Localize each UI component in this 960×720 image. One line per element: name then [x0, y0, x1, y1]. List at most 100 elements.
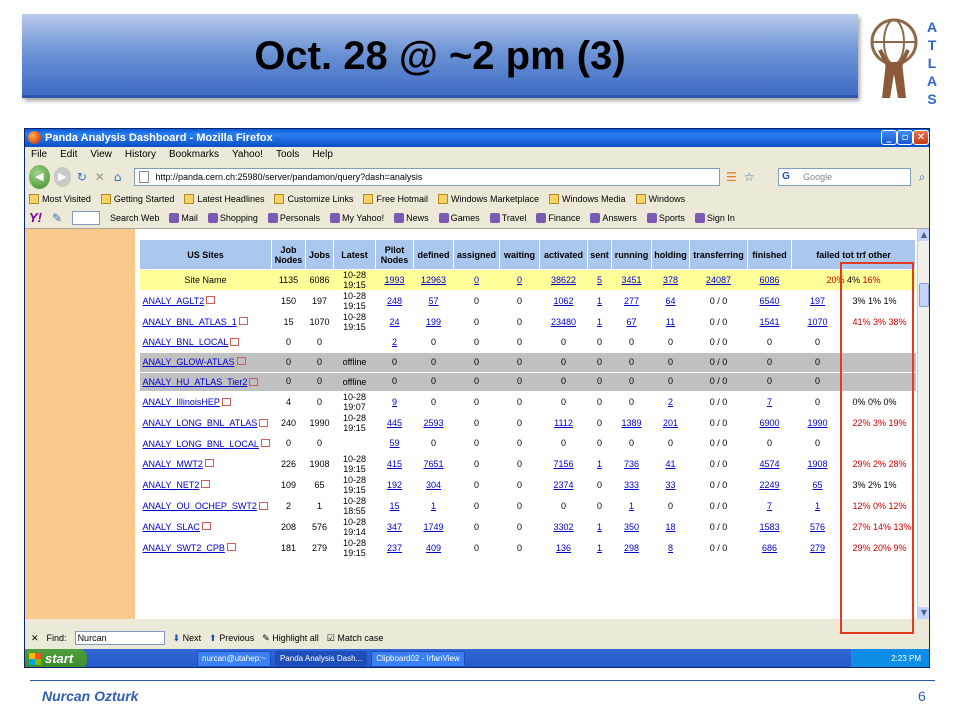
cell-link[interactable]: 1749	[423, 522, 443, 532]
cell-link[interactable]: 378	[663, 275, 678, 285]
yahoo-personals[interactable]: Personals	[267, 212, 320, 223]
site-link[interactable]: ANALY_SLAC	[143, 522, 200, 532]
site-link[interactable]: ANALY_BNL_ATLAS_1	[143, 317, 237, 327]
cell-link[interactable]: 57	[428, 296, 438, 306]
cell-link[interactable]: 199	[426, 317, 441, 327]
site-info-icon[interactable]	[259, 419, 269, 428]
cell-link[interactable]: 15	[389, 501, 399, 511]
cell-link[interactable]: 59	[389, 438, 399, 448]
reload-icon[interactable]: ↻	[75, 169, 89, 185]
highlight-all-button[interactable]: ✎ Highlight all	[262, 633, 319, 644]
cell-link[interactable]: 12963	[421, 275, 446, 285]
failed-count[interactable]: 1070	[793, 317, 843, 327]
cell-link[interactable]: 24	[389, 317, 399, 327]
cell-link[interactable]: 1	[629, 501, 634, 511]
yahoo-mail[interactable]: Mail	[169, 212, 198, 223]
cell-link[interactable]: 38622	[551, 275, 576, 285]
cell-link[interactable]: 2249	[759, 480, 779, 490]
cell-link[interactable]: 1	[597, 459, 602, 469]
bookmark-windows-media[interactable]: Windows Media	[549, 191, 626, 207]
cell-link[interactable]: 409	[426, 543, 441, 553]
cell-link[interactable]: 1993	[384, 275, 404, 285]
cell-link[interactable]: 7	[767, 501, 772, 511]
cell-link[interactable]: 33	[665, 480, 675, 490]
yahoo-sports[interactable]: Sports	[646, 212, 685, 223]
cell-link[interactable]: 3451	[621, 275, 641, 285]
site-info-icon[interactable]	[204, 459, 214, 468]
site-link[interactable]: ANALY_LONG_BNL_LOCAL	[143, 439, 259, 449]
cell-link[interactable]: 24087	[706, 275, 731, 285]
cell-link[interactable]: 0	[517, 275, 522, 285]
cell-link[interactable]: 5	[597, 275, 602, 285]
site-info-icon[interactable]	[206, 296, 216, 305]
bookmark-free-hotmail[interactable]: Free Hotmail	[363, 191, 428, 207]
site-link[interactable]: ANALY_NET2	[143, 480, 200, 490]
yahoo-search-web[interactable]: Search Web	[110, 213, 159, 223]
site-info-icon[interactable]	[201, 522, 211, 531]
cell-link[interactable]: 1	[597, 522, 602, 532]
cell-link[interactable]: 1	[597, 543, 602, 553]
cell-link[interactable]: 686	[762, 543, 777, 553]
cell-link[interactable]: 304	[426, 480, 441, 490]
cell-link[interactable]: 1583	[759, 522, 779, 532]
menu-edit[interactable]: Edit	[60, 147, 77, 163]
bookmark-customize-links[interactable]: Customize Links	[274, 191, 353, 207]
bookmark-windows[interactable]: Windows	[635, 191, 685, 207]
find-previous-button[interactable]: ⬆ Previous	[209, 633, 254, 644]
bookmark-windows-marketplace[interactable]: Windows Marketplace	[438, 191, 539, 207]
scroll-down-arrow-icon[interactable]: ▼	[918, 607, 929, 619]
yahoo-travel[interactable]: Travel	[489, 212, 526, 223]
site-link[interactable]: ANALY_GLOW-ATLAS	[143, 357, 235, 367]
bookmark-latest-headlines[interactable]: Latest Headlines	[184, 191, 264, 207]
site-link[interactable]: ANALY_HU_ATLAS_Tier2	[143, 377, 248, 387]
cell-link[interactable]: 2374	[553, 480, 573, 490]
yahoo-my-yahoo[interactable]: My Yahoo!	[329, 212, 384, 223]
cell-link[interactable]: 3302	[553, 522, 573, 532]
cell-link[interactable]: 736	[624, 459, 639, 469]
menu-history[interactable]: History	[125, 147, 156, 163]
cell-link[interactable]: 237	[387, 543, 402, 553]
vertical-scrollbar[interactable]: ▲ ▼	[917, 229, 929, 619]
pencil-icon[interactable]: ✎	[52, 210, 62, 226]
cell-link[interactable]: 415	[387, 459, 402, 469]
menu-view[interactable]: View	[90, 147, 112, 163]
cell-link[interactable]: 347	[387, 522, 402, 532]
yahoo-shopping[interactable]: Shopping	[207, 212, 258, 223]
back-button[interactable]: ◀	[29, 165, 50, 189]
cell-link[interactable]: 0	[474, 275, 479, 285]
maximize-button[interactable]: ▫	[897, 130, 913, 145]
url-bar[interactable]: http://panda.cern.ch:25980/server/pandam…	[134, 168, 721, 186]
failed-count[interactable]: 1	[793, 501, 843, 511]
site-link[interactable]: ANALY_IllinoisHEP	[143, 397, 220, 407]
site-link[interactable]: ANALY_SWT2_CPB	[143, 543, 225, 553]
cell-link[interactable]: 1541	[759, 317, 779, 327]
yahoo-finance[interactable]: Finance	[536, 212, 580, 223]
search-icon[interactable]: ⌕	[915, 169, 929, 185]
cell-link[interactable]: 67	[626, 317, 636, 327]
cell-link[interactable]: 23480	[551, 317, 576, 327]
cell-link[interactable]: 248	[387, 296, 402, 306]
yahoo-sign-in[interactable]: Sign In	[694, 212, 735, 223]
cell-link[interactable]: 6540	[759, 296, 779, 306]
failed-count[interactable]: 1908	[793, 459, 843, 469]
failed-count[interactable]: 279	[793, 543, 843, 553]
bookmark-getting-started[interactable]: Getting Started	[100, 191, 174, 207]
bookmark-star-icon[interactable]: ☆	[742, 169, 756, 185]
find-close-icon[interactable]: ✕	[31, 633, 39, 644]
cell-link[interactable]: 333	[624, 480, 639, 490]
match-case-checkbox[interactable]: ☑ Match case	[327, 633, 384, 644]
yahoo-search-input[interactable]	[72, 210, 100, 225]
cell-link[interactable]: 136	[556, 543, 571, 553]
cell-link[interactable]: 192	[387, 480, 402, 490]
cell-link[interactable]: 277	[624, 296, 639, 306]
cell-link[interactable]: 7156	[553, 459, 573, 469]
window-titlebar[interactable]: Panda Analysis Dashboard - Mozilla Firef…	[25, 129, 929, 147]
site-info-icon[interactable]	[258, 501, 268, 510]
task-irfanview[interactable]: Clipboard02 - IrfanView	[371, 651, 465, 667]
task-firefox[interactable]: Panda Analysis Dash...	[274, 651, 368, 667]
cell-link[interactable]: 1	[597, 296, 602, 306]
cell-link[interactable]: 2	[392, 337, 397, 347]
yahoo-games[interactable]: Games	[438, 212, 480, 223]
site-link[interactable]: ANALY_BNL_LOCAL	[143, 337, 229, 347]
cell-link[interactable]: 7	[767, 397, 772, 407]
